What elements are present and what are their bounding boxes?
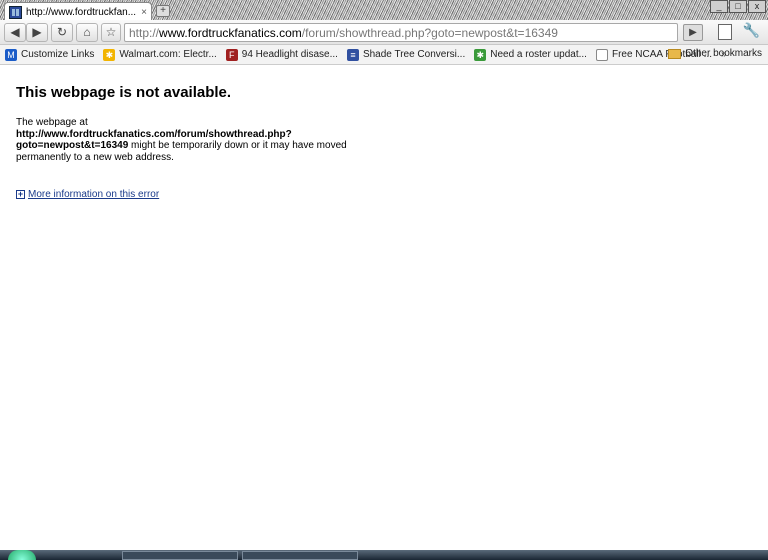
bookmark-label: Need a roster updat... — [490, 49, 587, 60]
taskbar-item[interactable] — [122, 551, 238, 560]
address-bar[interactable]: http://www.fordtruckfanatics.com/forum/s… — [124, 23, 678, 42]
bookmark-star-icon[interactable]: ☆ — [101, 23, 121, 42]
bookmark-label: Walmart.com: Electr... — [119, 49, 217, 60]
minimize-button[interactable]: _ — [710, 0, 728, 13]
reload-button[interactable]: ↻ — [51, 23, 73, 42]
site-favicon-icon — [9, 5, 22, 19]
expand-plus-icon[interactable]: + — [16, 190, 25, 199]
bookmark-favicon-icon: ≡ — [346, 48, 359, 61]
bookmark-item[interactable]: F 94 Headlight disase... — [225, 48, 338, 61]
maximize-button[interactable]: □ — [729, 0, 747, 13]
bookmark-label: Customize Links — [21, 49, 95, 60]
bookmark-item[interactable]: ≡ Shade Tree Conversi... — [346, 48, 466, 61]
error-page: This webpage is not available. The webpa… — [16, 84, 756, 200]
more-info-link[interactable]: More information on this error — [28, 189, 159, 200]
page-icon — [595, 48, 608, 61]
browser-toolbar: ◀ ▶ ↻ ⌂ ☆ http://www.fordtruckfanatics.c… — [0, 20, 768, 45]
bookmark-label: 94 Headlight disase... — [241, 49, 338, 60]
url-path: /forum/showthread.php?goto=newpost&t=163… — [301, 25, 558, 40]
bookmark-item[interactable]: ✱ Need a roster updat... — [474, 48, 587, 61]
tab-close-icon[interactable]: × — [141, 7, 147, 18]
window-controls: _ □ x — [710, 0, 766, 14]
url-host: www.fordtruckfanatics.com — [159, 25, 302, 40]
close-window-button[interactable]: x — [748, 0, 766, 13]
browser-tab[interactable]: http://www.fordtruckfan... × — [4, 2, 152, 21]
bookmarks-bar: M Customize Links ✱ Walmart.com: Electr.… — [0, 45, 768, 65]
wrench-menu-icon[interactable]: 🔧 — [743, 22, 760, 39]
other-bookmarks-label: Other bookmarks — [685, 48, 762, 59]
bookmark-favicon-icon: F — [225, 48, 238, 61]
bookmark-favicon-icon: ✱ — [474, 48, 487, 61]
go-button[interactable]: ▶ — [683, 24, 703, 41]
os-taskbar — [0, 550, 768, 560]
taskbar-item[interactable] — [242, 551, 358, 560]
bookmark-item[interactable]: M Customize Links — [5, 48, 95, 61]
tab-title: http://www.fordtruckfan... — [26, 6, 137, 18]
error-description: The webpage at http://www.fordtruckfanat… — [16, 117, 366, 163]
bookmark-favicon-icon: ✱ — [103, 48, 116, 61]
title-bar: http://www.fordtruckfan... × + _ □ x — [0, 0, 768, 21]
more-info-row[interactable]: + More information on this error — [16, 189, 756, 200]
forward-button[interactable]: ▶ — [26, 23, 48, 42]
new-tab-button[interactable]: + — [156, 5, 170, 17]
back-button[interactable]: ◀ — [4, 23, 26, 42]
page-title: This webpage is not available. — [16, 84, 232, 101]
bookmark-label: Shade Tree Conversi... — [362, 49, 466, 60]
bookmark-favicon-icon: M — [5, 48, 17, 61]
start-button[interactable] — [8, 550, 36, 560]
url-scheme: http:// — [129, 25, 160, 40]
home-button[interactable]: ⌂ — [76, 23, 98, 42]
folder-icon — [668, 48, 682, 59]
page-menu-icon[interactable] — [718, 24, 732, 40]
bookmark-item[interactable]: ✱ Walmart.com: Electr... — [103, 48, 217, 61]
error-prefix: The webpage at — [16, 117, 88, 128]
other-bookmarks[interactable]: Other bookmarks — [668, 48, 762, 59]
